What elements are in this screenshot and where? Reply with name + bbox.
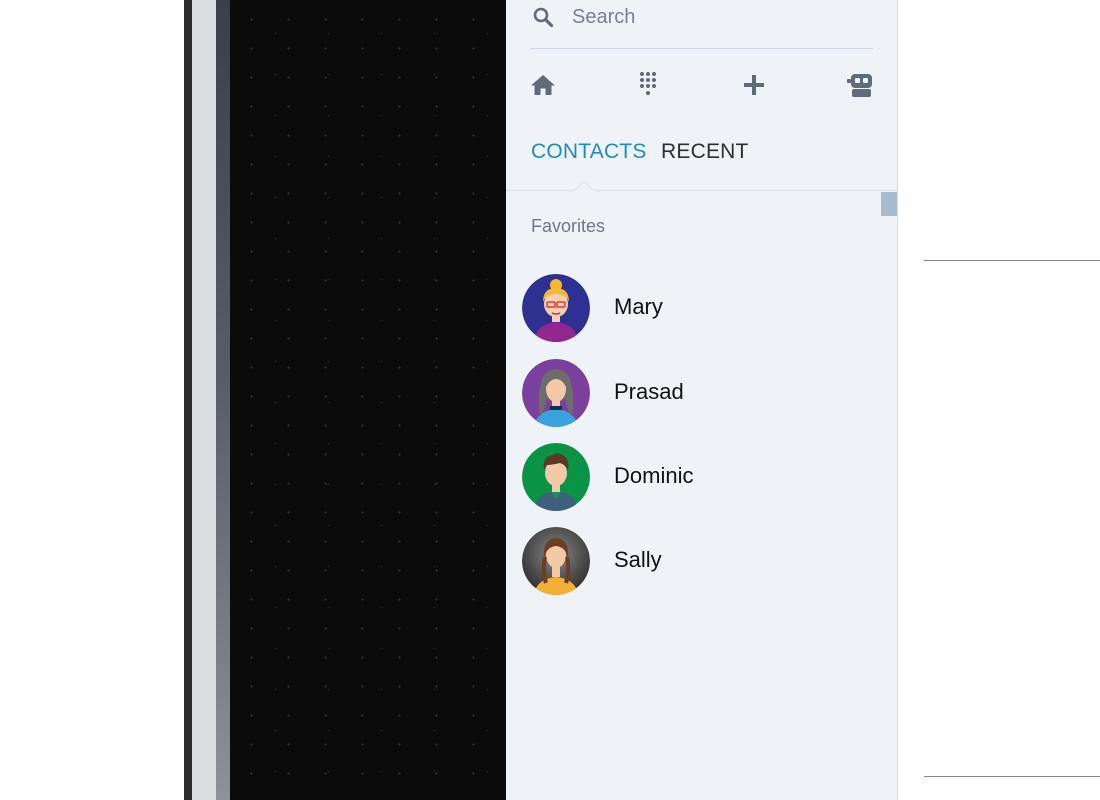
contact-name: Dominic bbox=[614, 463, 694, 488]
favorites-heading: Favorites bbox=[531, 216, 606, 236]
video-area bbox=[230, 0, 506, 800]
search-input[interactable] bbox=[570, 2, 864, 32]
contacts-panel: CONTACTS RECENT Favorites bbox=[506, 0, 898, 800]
contact-name: Prasad bbox=[614, 379, 684, 404]
device-bezel bbox=[192, 0, 216, 800]
avatar bbox=[522, 359, 590, 427]
active-tab-indicator bbox=[568, 181, 600, 192]
search-icon bbox=[532, 6, 554, 28]
contact-prasad[interactable]: Prasad bbox=[522, 359, 872, 429]
screen: CONTACTS RECENT Favorites bbox=[0, 0, 1100, 800]
tab-divider bbox=[506, 190, 897, 191]
avatar bbox=[522, 274, 590, 342]
tab-bar: CONTACTS RECENT bbox=[506, 130, 897, 192]
device-edge bbox=[216, 0, 230, 800]
dialpad-icon[interactable] bbox=[633, 70, 663, 100]
contact-dominic[interactable]: Dominic bbox=[522, 443, 872, 513]
scrollbar-thumb[interactable] bbox=[881, 192, 897, 216]
contact-sally[interactable]: Sally bbox=[522, 527, 872, 597]
avatar bbox=[522, 443, 590, 511]
contact-name: Mary bbox=[614, 294, 663, 319]
tab-recent[interactable]: RECENT bbox=[661, 140, 749, 164]
avatar bbox=[522, 527, 590, 595]
add-icon[interactable] bbox=[739, 70, 769, 100]
home-icon[interactable] bbox=[528, 70, 558, 100]
tab-contacts[interactable]: CONTACTS bbox=[531, 140, 647, 164]
search-bar bbox=[530, 0, 873, 49]
divider-line bbox=[924, 776, 1100, 777]
bot-icon[interactable] bbox=[844, 70, 874, 100]
contact-name: Sally bbox=[614, 547, 662, 572]
device-frame bbox=[184, 0, 192, 800]
divider-line bbox=[924, 260, 1100, 261]
contact-mary[interactable]: Mary bbox=[522, 274, 872, 344]
